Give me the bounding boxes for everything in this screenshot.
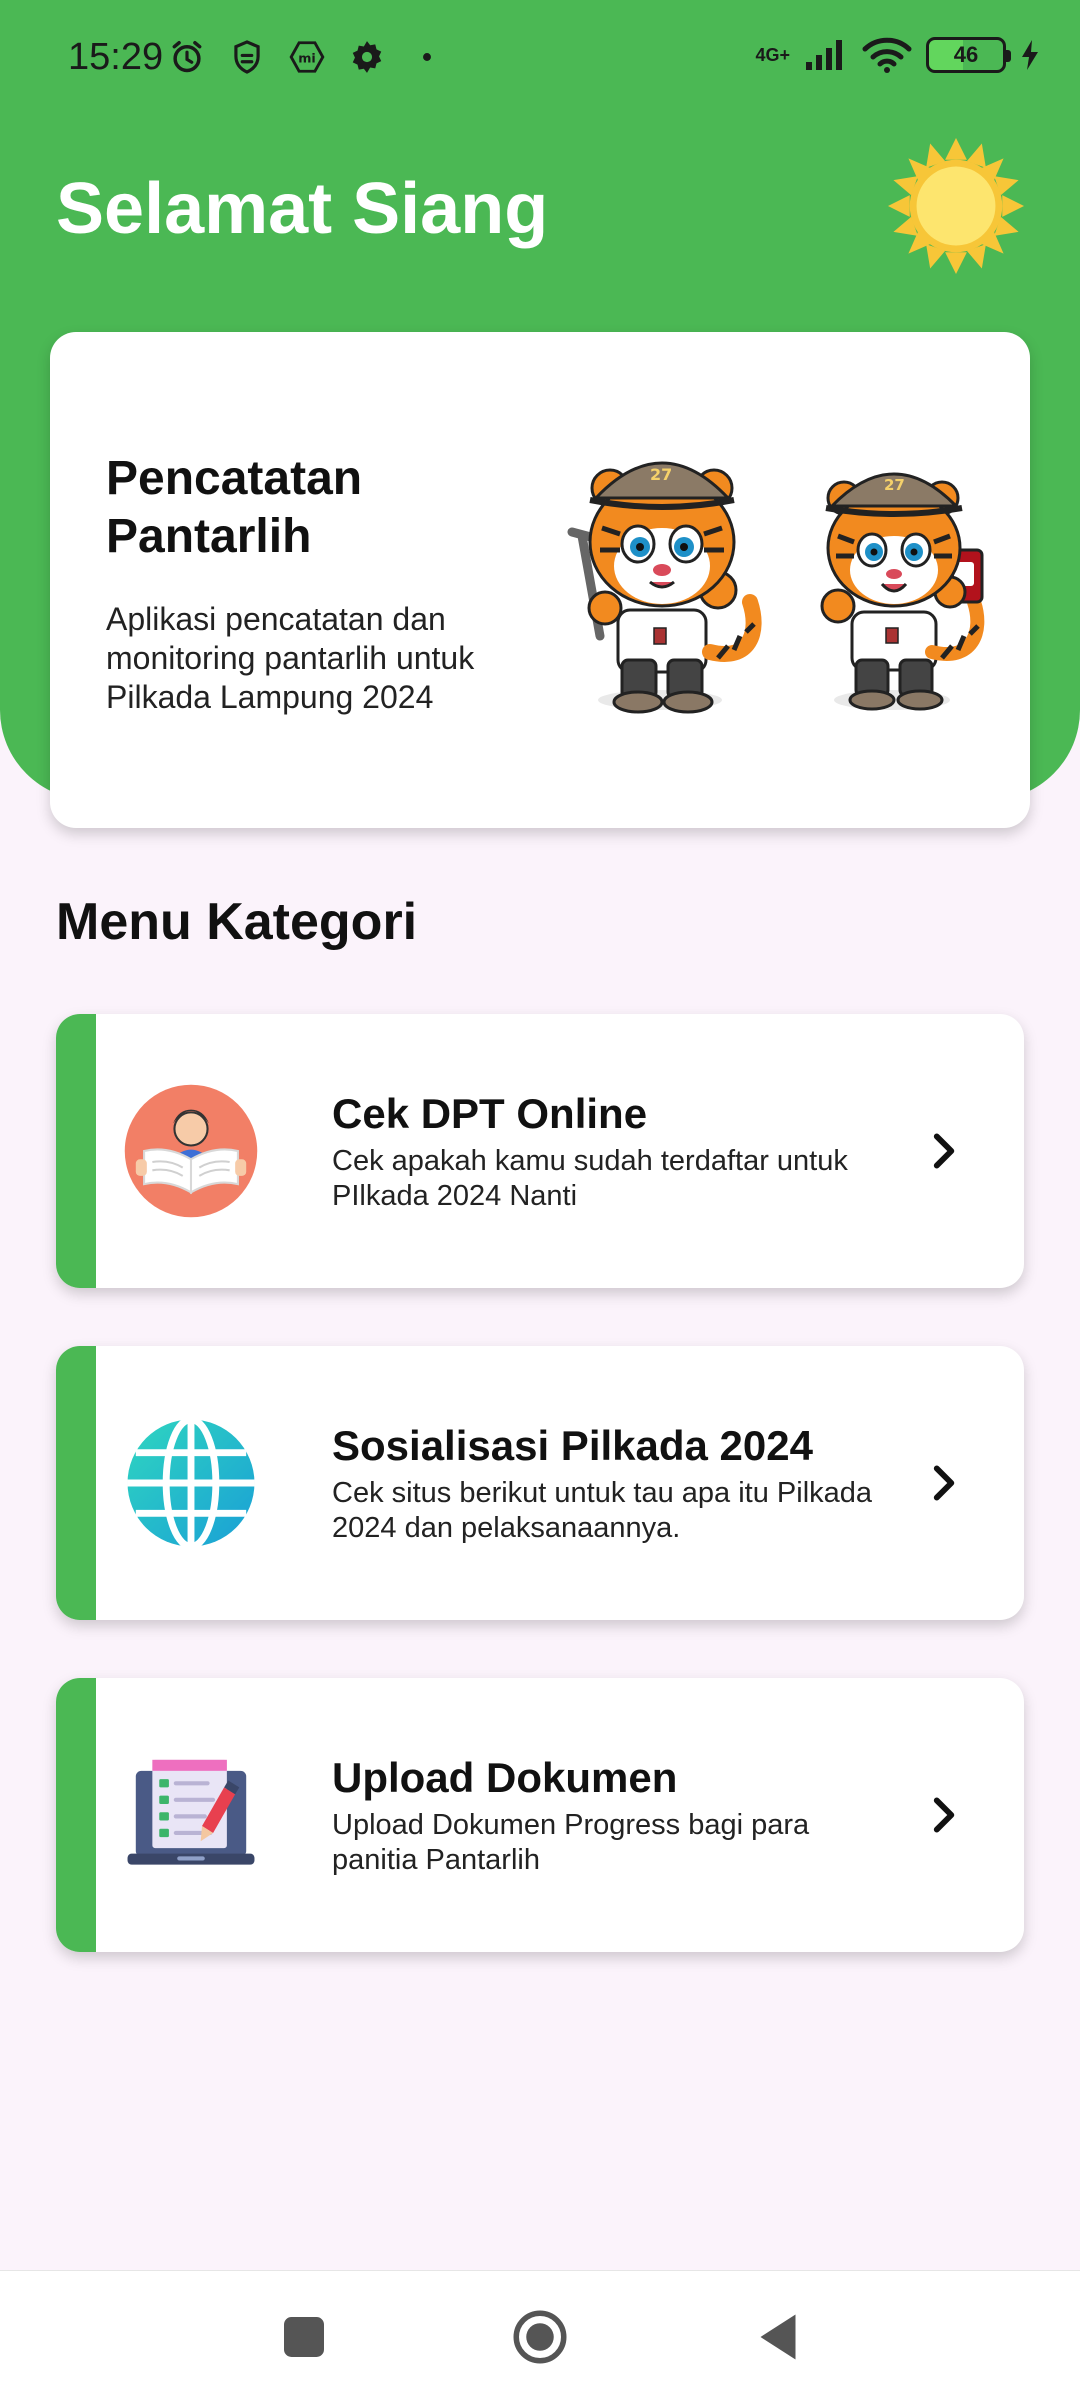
section-title-menu-kategori: Menu Kategori <box>56 893 418 951</box>
menu-item-accent-bar <box>56 1014 96 1288</box>
tiger-mascot-left: 27 <box>567 461 762 714</box>
hero-title: Pencatatan Pantarlih <box>106 452 363 563</box>
charging-icon <box>1022 40 1038 70</box>
menu-item-title: Sosialisasi Pilkada 2024 <box>332 1422 813 1469</box>
menu-item-title: Cek DPT Online <box>332 1090 648 1137</box>
laptop-checklist-icon <box>127 1759 255 1865</box>
menu-item-cek-dpt-online[interactable]: Cek DPT Online Cek apakah kamu sudah ter… <box>56 1014 1024 1288</box>
dot-icon <box>423 53 431 61</box>
status-time: 15:29 <box>68 36 164 78</box>
battery-level: 46 <box>953 42 979 67</box>
chevron-right-icon[interactable] <box>918 1126 968 1176</box>
globe-icon <box>127 1416 255 1550</box>
tiger-mascots-illustration: 27 27 <box>567 461 985 714</box>
hero-description: Aplikasi pencatatan dan monitoring panta… <box>106 601 475 715</box>
hero-card: Pencatatan Pantarlih Aplikasi pencatatan… <box>50 332 1030 828</box>
tiger-mascot-right: 27 <box>820 472 985 711</box>
menu-item-sosialisasi-pilkada[interactable]: Sosialisasi Pilkada 2024 Cek situs berik… <box>56 1346 1024 1620</box>
svg-text:27: 27 <box>650 465 672 484</box>
person-reading-icon <box>124 1084 258 1218</box>
menu-item-upload-dokumen[interactable]: Upload Dokumen Upload Dokumen Progress b… <box>56 1678 1024 1952</box>
status-bar: 15:29 mi 4G+ 46 <box>0 0 1080 116</box>
sun-icon <box>888 138 1024 274</box>
greeting-title: Selamat Siang <box>56 169 549 249</box>
wifi-icon <box>862 37 912 73</box>
menu-item-accent-bar <box>56 1678 96 1952</box>
menu-item-description: Upload Dokumen Progress bagi para paniti… <box>332 1809 810 1876</box>
alarm-icon <box>172 41 202 73</box>
settings-icon <box>352 41 382 73</box>
svg-text:27: 27 <box>884 476 905 494</box>
status-notification-icons: mi <box>168 38 446 76</box>
menu-item-description: Cek situs berikut untuk tau apa itu Pilk… <box>332 1477 873 1544</box>
back-button[interactable] <box>748 2307 808 2367</box>
menu-item-accent-bar <box>56 1346 96 1620</box>
shield-icon <box>234 40 260 74</box>
mi-icon: mi <box>289 41 325 73</box>
chevron-right-icon[interactable] <box>918 1790 968 1840</box>
chevron-right-icon[interactable] <box>918 1458 968 1508</box>
menu-item-title: Upload Dokumen <box>332 1754 678 1801</box>
menu-item-description: Cek apakah kamu sudah terdaftar untuk PI… <box>332 1145 848 1212</box>
signal-icon <box>806 40 842 70</box>
svg-text:mi: mi <box>298 51 316 66</box>
system-navigation-bar <box>0 2270 1080 2400</box>
status-system-icons: 4G+ 46 <box>755 36 1040 74</box>
battery-icon: 46 <box>926 37 1011 73</box>
recents-button[interactable] <box>274 2307 334 2367</box>
network-type: 4G+ <box>755 45 790 65</box>
home-button[interactable] <box>510 2307 570 2367</box>
